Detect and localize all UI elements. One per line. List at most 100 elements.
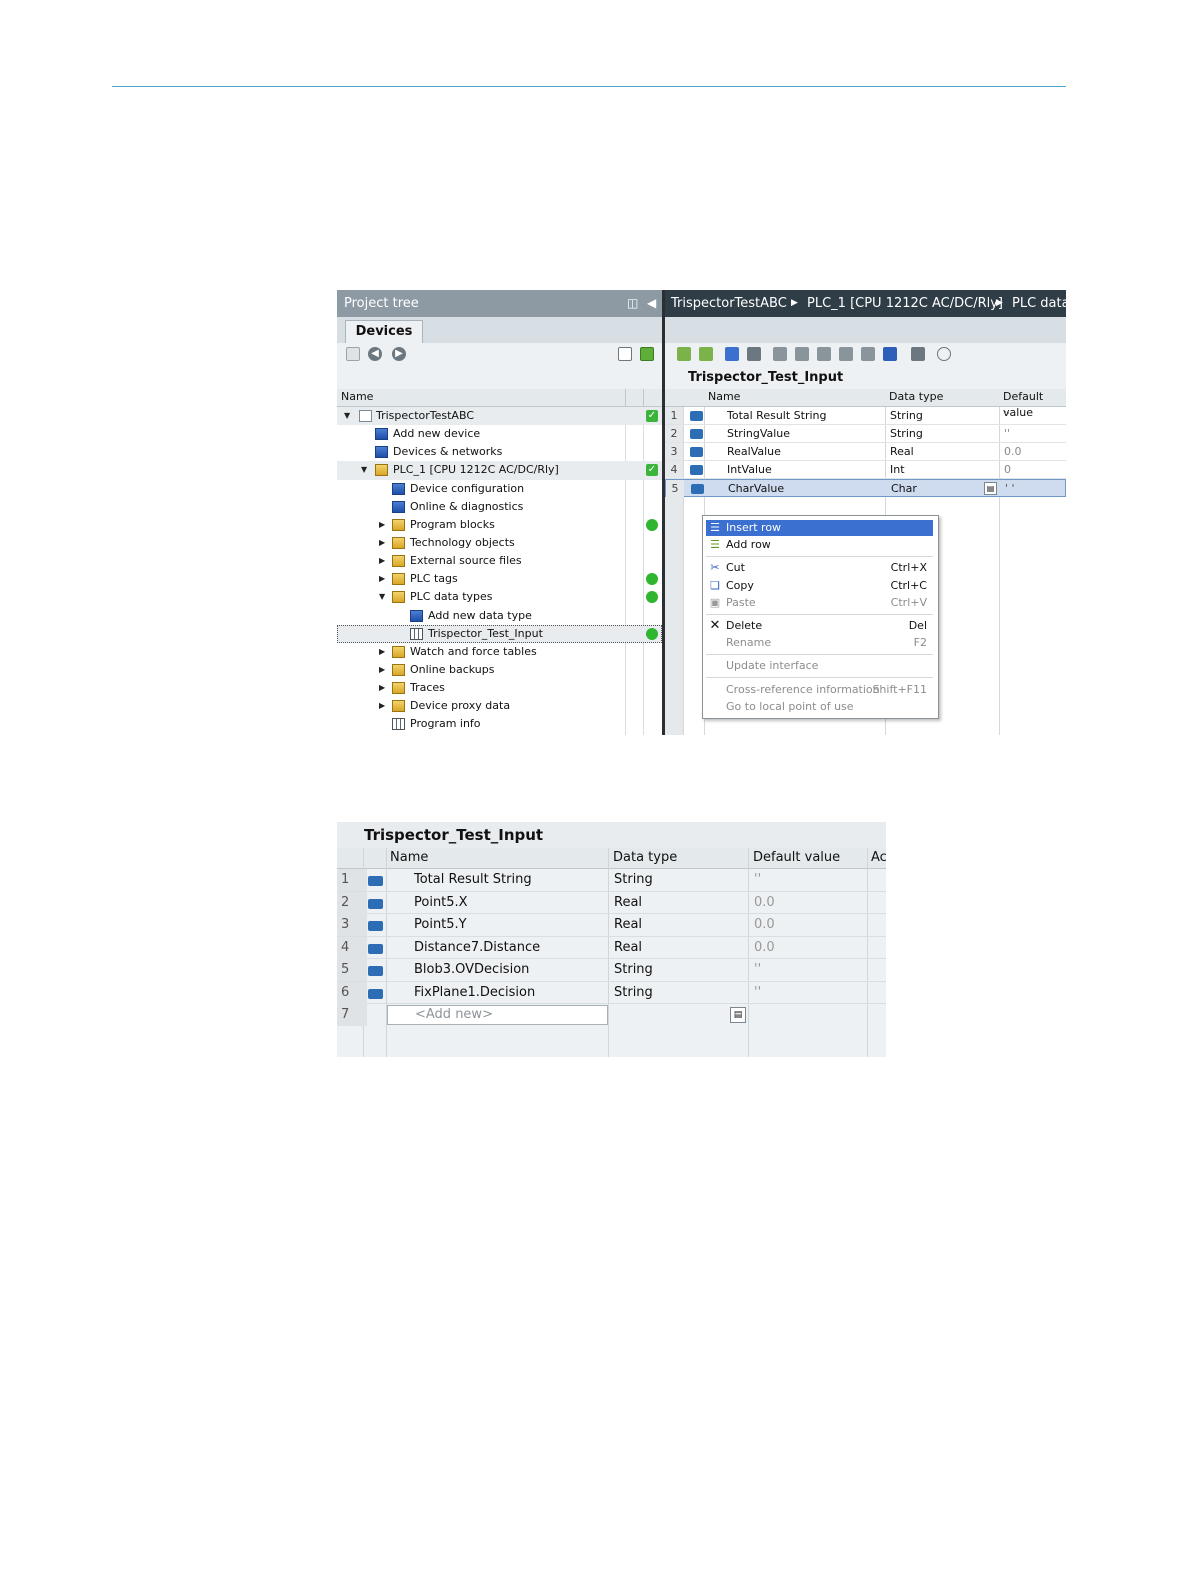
tree-item-devices-networks[interactable]: Devices & networks: [337, 443, 662, 461]
tree-item-program-info[interactable]: Program info: [337, 715, 662, 733]
table-row[interactable]: 2 StringValue String '': [665, 425, 1066, 444]
cell-default-value[interactable]: 0.0: [1004, 443, 1022, 461]
tree-item-online-backups[interactable]: ▶ Online backups: [337, 661, 662, 679]
menu-item-delete[interactable]: ✕ Delete Del: [706, 618, 933, 634]
cell-name[interactable]: RealValue: [727, 443, 781, 461]
table-row[interactable]: 5 Blob3.OVDecision String '': [337, 959, 886, 982]
table-row[interactable]: 1 Total Result String String '': [665, 407, 1066, 426]
cell-data-type[interactable]: String: [890, 407, 923, 425]
table-row[interactable]: 6 FixPlane1.Decision String '': [337, 981, 886, 1004]
tree-item-plc-tags[interactable]: ▶ PLC tags: [337, 570, 662, 588]
data-type-dropdown-button[interactable]: ▤: [730, 1007, 746, 1023]
cell-data-type[interactable]: Real: [614, 892, 642, 914]
cell-name[interactable]: Total Result String: [727, 407, 827, 425]
column-header-name[interactable]: Name: [390, 848, 428, 868]
menu-item-paste[interactable]: ▣ Paste Ctrl+V: [706, 595, 933, 611]
cell-data-type[interactable]: String: [614, 869, 653, 891]
cell-default-value[interactable]: '': [1004, 425, 1010, 443]
expand-icon[interactable]: [725, 347, 739, 361]
cell-data-type[interactable]: Int: [890, 461, 905, 479]
cell-data-type[interactable]: Real: [890, 443, 914, 461]
collapsed-arrow-icon[interactable]: ▶: [379, 570, 385, 588]
cell-data-type[interactable]: Real: [614, 914, 642, 936]
edit-icon[interactable]: [747, 347, 761, 361]
tree-item-online-diagnostics[interactable]: Online & diagnostics: [337, 498, 662, 516]
cell-default-value[interactable]: ' ': [1005, 480, 1015, 498]
tree-item-add-new-device[interactable]: Add new device: [337, 425, 662, 443]
tree-item-traces[interactable]: ▶ Traces: [337, 679, 662, 697]
insert-row-icon[interactable]: [677, 347, 691, 361]
cell-default-value[interactable]: '': [754, 982, 761, 1004]
expanded-arrow-icon[interactable]: ▼: [379, 588, 385, 606]
tab-devices[interactable]: Devices: [345, 320, 423, 343]
column-header-default-value[interactable]: Default value: [753, 848, 840, 868]
cell-name[interactable]: Distance7.Distance: [414, 937, 540, 959]
add-new-input[interactable]: <Add new>: [387, 1005, 608, 1025]
cell-default-value[interactable]: '': [754, 869, 761, 891]
cell-default-value[interactable]: 0: [1004, 461, 1011, 479]
collapsed-arrow-icon[interactable]: ▶: [379, 643, 385, 661]
cell-default-value[interactable]: 0.0: [754, 937, 775, 959]
tree-item-trispector-test-input[interactable]: Trispector_Test_Input: [337, 624, 662, 643]
column-header-name[interactable]: Name: [708, 389, 740, 405]
cell-data-type[interactable]: String: [890, 425, 923, 443]
menu-item-add-row[interactable]: ☰ Add row: [706, 537, 933, 553]
cell-data-type[interactable]: String: [614, 982, 653, 1004]
menu-item-copy[interactable]: ❏ Copy Ctrl+C: [706, 578, 933, 594]
cell-name[interactable]: Total Result String: [414, 869, 532, 891]
cell-name[interactable]: StringValue: [727, 425, 790, 443]
export-icon[interactable]: [640, 347, 654, 361]
collapsed-arrow-icon[interactable]: ▶: [379, 679, 385, 697]
collapsed-arrow-icon[interactable]: ▶: [379, 534, 385, 552]
cell-data-type[interactable]: String: [614, 959, 653, 981]
cell-name[interactable]: Point5.X: [414, 892, 468, 914]
table-row[interactable]: 4 Distance7.Distance Real 0.0: [337, 936, 886, 959]
tree-item-plc[interactable]: ▼ PLC_1 [CPU 1212C AC/DC/Rly] ✓: [337, 461, 662, 480]
collapsed-arrow-icon[interactable]: ▶: [379, 697, 385, 715]
expanded-arrow-icon[interactable]: ▼: [344, 407, 350, 425]
breadcrumb-plc-data[interactable]: PLC data: [1012, 290, 1066, 317]
menu-item-cross-reference[interactable]: Cross-reference information Shift+F11: [706, 682, 933, 698]
collapsed-arrow-icon[interactable]: ▶: [379, 661, 385, 679]
tree-item-plc-data-types[interactable]: ▼ PLC data types: [337, 588, 662, 606]
tree-item-device-configuration[interactable]: Device configuration: [337, 480, 662, 498]
forward-icon[interactable]: ▶: [392, 347, 406, 361]
tree-item-external-source-files[interactable]: ▶ External source files: [337, 552, 662, 570]
menu-item-update-interface[interactable]: Update interface: [706, 658, 933, 674]
breadcrumb-project[interactable]: TrispectorTestABC: [671, 290, 787, 317]
cell-data-type[interactable]: Real: [614, 937, 642, 959]
menu-item-insert-row[interactable]: ☰ Insert row: [706, 520, 933, 536]
collapse-left-icon[interactable]: ◀: [647, 290, 656, 317]
table-row[interactable]: 2 Point5.X Real 0.0: [337, 891, 886, 914]
cell-name[interactable]: IntValue: [727, 461, 772, 479]
collapsed-arrow-icon[interactable]: ▶: [379, 516, 385, 534]
cell-name[interactable]: Blob3.OVDecision: [414, 959, 529, 981]
table-row[interactable]: 1 Total Result String String '': [337, 869, 886, 892]
list-icon[interactable]: [883, 347, 897, 361]
glasses-icon[interactable]: [937, 347, 951, 361]
expanded-arrow-icon[interactable]: ▼: [361, 461, 367, 479]
toolbar-icon[interactable]: [839, 347, 853, 361]
data-type-dropdown-button[interactable]: ▤: [984, 482, 997, 496]
toolbar-icon[interactable]: [795, 347, 809, 361]
menu-item-rename[interactable]: Rename F2: [706, 635, 933, 651]
table-row[interactable]: 3 RealValue Real 0.0: [665, 443, 1066, 462]
column-header-data-type[interactable]: Data type: [613, 848, 677, 868]
table-row[interactable]: 4 IntValue Int 0: [665, 461, 1066, 480]
tree-item-watch-force-tables[interactable]: ▶ Watch and force tables: [337, 643, 662, 661]
breadcrumb-plc[interactable]: PLC_1 [CPU 1212C AC/DC/Rly]: [807, 290, 1003, 317]
details-view-icon[interactable]: [618, 347, 632, 361]
pane-layout-icon[interactable]: ◫: [627, 290, 638, 317]
tree-item-project[interactable]: ▼ TrispectorTestABC ✓: [337, 407, 662, 426]
cell-default-value[interactable]: 0.0: [754, 892, 775, 914]
menu-item-go-to-local[interactable]: Go to local point of use: [706, 699, 933, 715]
cell-default-value[interactable]: '': [754, 959, 761, 981]
toolbar-icon[interactable]: [911, 347, 925, 361]
tree-item-technology-objects[interactable]: ▶ Technology objects: [337, 534, 662, 552]
column-header-data-type[interactable]: Data type: [889, 389, 943, 405]
table-row-selected[interactable]: 5 CharValue Char ▤ ' ': [665, 479, 1066, 498]
cell-name[interactable]: Point5.Y: [414, 914, 467, 936]
cell-name[interactable]: FixPlane1.Decision: [414, 982, 535, 1004]
cell-default-value[interactable]: '': [1004, 407, 1010, 425]
toolbar-icon[interactable]: [773, 347, 787, 361]
